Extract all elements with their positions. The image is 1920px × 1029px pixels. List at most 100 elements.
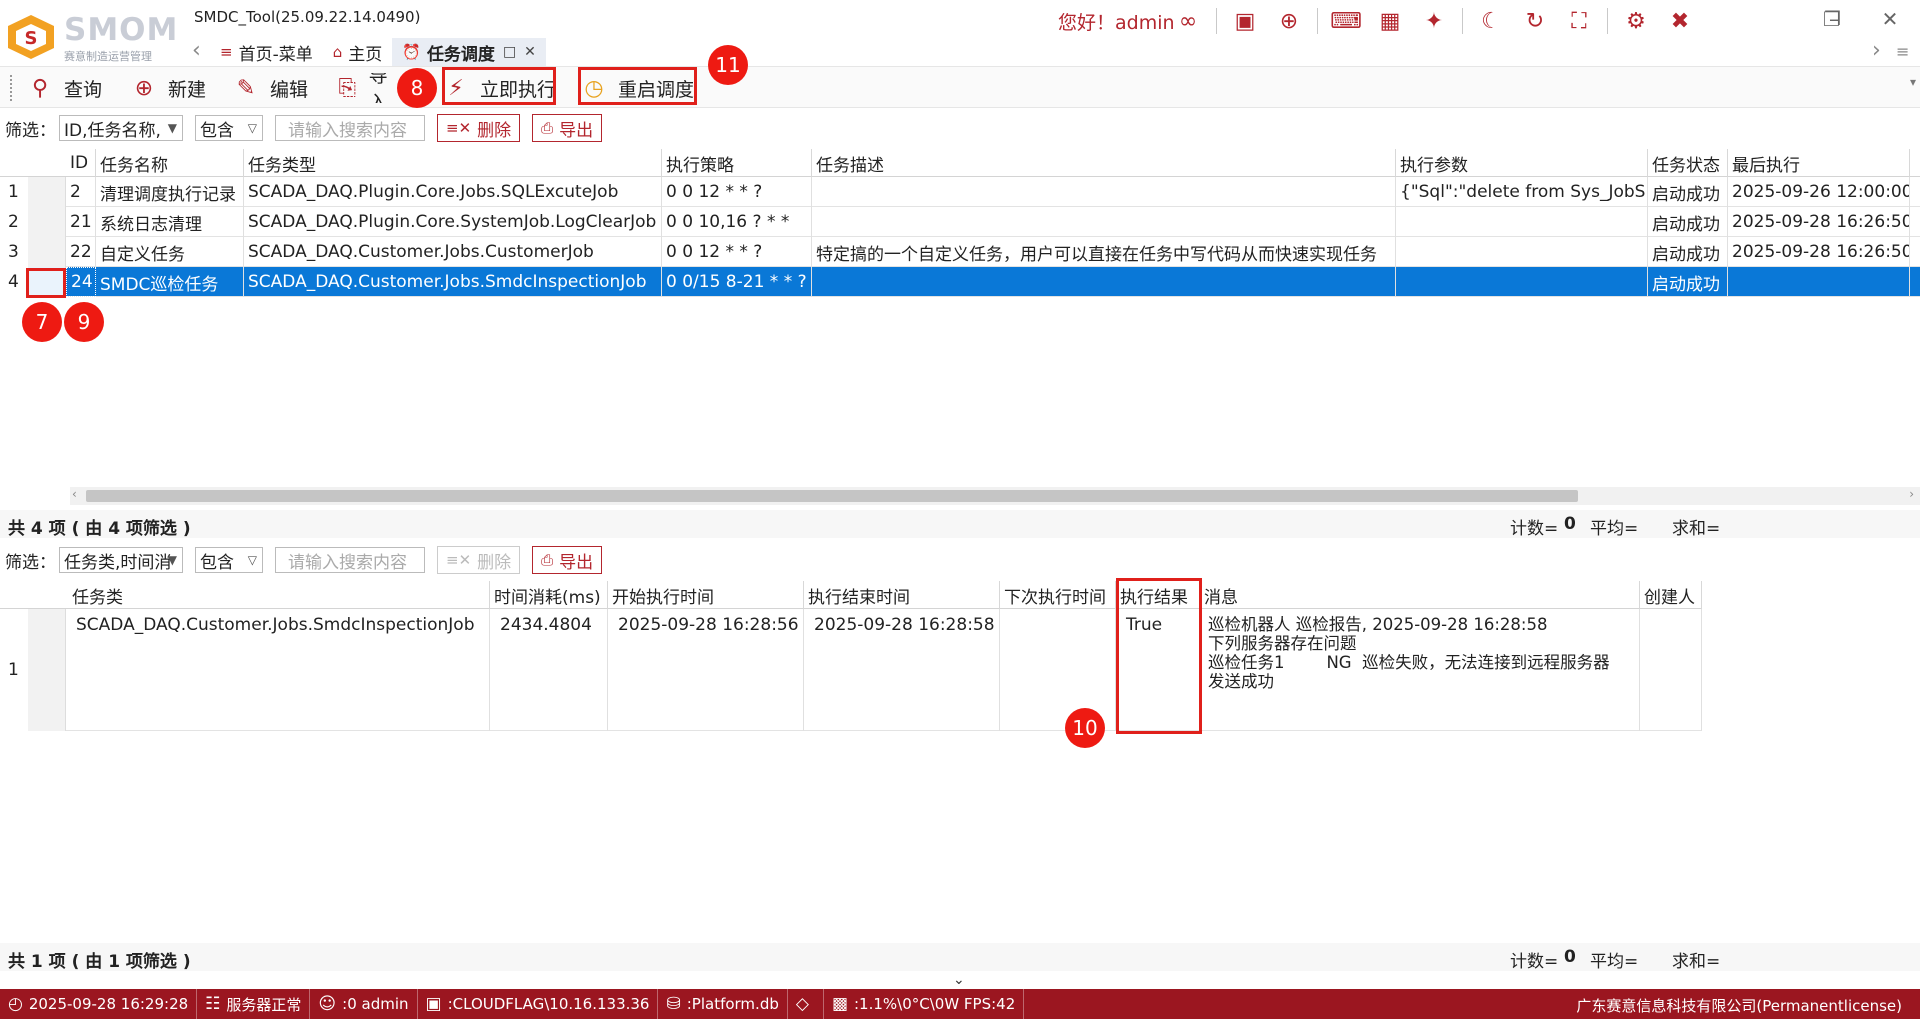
col-creator[interactable]: 创建人 <box>1640 581 1702 609</box>
db-text: :Platform.db <box>686 995 779 1013</box>
sum-label: 求和= <box>1672 952 1721 972</box>
tab-task-schedule[interactable]: ⏰ 任务调度 □ ✕ <box>392 38 546 66</box>
settings-gear-icon[interactable]: ⚙ <box>1620 6 1652 36</box>
maximize-button[interactable]: ❐ <box>1812 4 1852 34</box>
jobs-summary-bar: 共 4 项 ( 由 4 项筛选 ) 计数= 0 平均= 求和= <box>0 510 1920 539</box>
export-button[interactable]: ⎙ 导出 <box>532 546 603 574</box>
tab-close-icon[interactable]: ✕ <box>524 44 536 60</box>
export-button[interactable]: ⎙ 导出 <box>532 114 603 142</box>
pencil-icon: ✎ <box>236 75 256 101</box>
delete-button[interactable]: ≡✕ 删除 <box>437 114 521 142</box>
tab-home-menu[interactable]: ≡ 首页-菜单 <box>210 38 323 66</box>
search-input[interactable]: 请输入搜索内容 <box>275 115 425 141</box>
filter-op-select[interactable]: 包含 ▽ <box>195 115 263 141</box>
cell-params: {"Sql":"delete from Sys_JobS <box>1396 177 1648 207</box>
link-icon[interactable]: ∞ <box>1172 6 1204 36</box>
log-row[interactable]: 1 SCADA_DAQ.Customer.Jobs.SmdcInspection… <box>0 609 1702 731</box>
cell-type: SCADA_DAQ.Plugin.Core.Jobs.SQLExcuteJob <box>244 177 662 207</box>
col-start[interactable]: 开始执行时间 <box>608 581 804 609</box>
delete-label: 删除 <box>477 120 512 141</box>
tab-scroll-right-icon[interactable]: › <box>1872 38 1881 63</box>
row-number: 4 <box>0 267 28 297</box>
message-line: 发送成功 <box>1208 672 1274 691</box>
col-duration[interactable]: 时间消耗(ms) <box>490 581 608 609</box>
count-label: 计数= <box>1510 952 1559 972</box>
cell-id: 24 <box>66 267 96 297</box>
col-type[interactable]: 任务类型 <box>244 149 662 177</box>
col-cron[interactable]: 执行策略 <box>662 149 812 177</box>
col-end[interactable]: 执行结束时间 <box>804 581 1000 609</box>
scrollbar-thumb[interactable] <box>86 490 1578 502</box>
tools-icon[interactable]: ✖ <box>1664 6 1696 36</box>
edit-button[interactable]: ✎ 编辑 <box>234 73 308 103</box>
export-file-icon: ⎙ <box>541 551 554 569</box>
tab-main[interactable]: ⌂ 主页 <box>323 38 393 66</box>
filter-field-value: ID,任务名称, <box>64 120 161 141</box>
col-last[interactable]: 最后执行 <box>1728 149 1910 177</box>
tab-list-icon[interactable]: ≡ <box>1896 42 1909 61</box>
tab-maximize-icon[interactable]: □ <box>503 44 516 60</box>
cell-id: 22 <box>66 237 96 267</box>
table-row[interactable]: 1 2 清理调度执行记录 SCADA_DAQ.Plugin.Core.Jobs.… <box>0 177 1920 207</box>
network-icon[interactable]: ✦ <box>1418 6 1450 36</box>
server-icon: ☷ <box>205 994 221 1014</box>
toolbar: ⚲ 查询 ⊕ 新建 ✎ 编辑 ⎘ 导入 ⚡ 立即执行 ◷ 重启调度 ▾ <box>0 66 1920 108</box>
terminal-icon[interactable]: ▣ <box>1229 6 1261 36</box>
globe-icon[interactable]: ⊕ <box>1273 6 1305 36</box>
scroll-right-icon[interactable]: › <box>1909 487 1914 501</box>
keyboard-icon[interactable]: ⌨ <box>1330 6 1362 36</box>
search-input[interactable]: 请输入搜索内容 <box>275 547 425 573</box>
filter-op-select[interactable]: 包含 ▽ <box>195 547 263 573</box>
delete-button[interactable]: ≡✕ 删除 <box>437 546 521 574</box>
filter-field-select[interactable]: 任务类,时间消 ▼ <box>59 547 183 573</box>
row-indicator[interactable] <box>28 177 66 207</box>
cell-cron: 0 0 10,16 ? * * <box>662 207 812 237</box>
col-params[interactable]: 执行参数 <box>1396 149 1648 177</box>
refresh-icon[interactable]: ↻ <box>1519 6 1551 36</box>
row-indicator[interactable] <box>28 609 66 731</box>
user-greeting[interactable]: 您好！admin <box>1058 8 1175 35</box>
row-indicator[interactable] <box>28 207 66 237</box>
divider <box>1216 8 1217 34</box>
import-button[interactable]: ⎘ 导入 <box>338 73 398 103</box>
col-desc[interactable]: 任务描述 <box>812 149 1396 177</box>
new-button[interactable]: ⊕ 新建 <box>132 73 206 103</box>
sum-label: 求和= <box>1672 519 1721 539</box>
col-message[interactable]: 消息 <box>1200 581 1640 609</box>
annotation-box-restart <box>578 67 697 105</box>
col-id[interactable]: ID <box>66 149 96 177</box>
status-tag: ◇ <box>788 989 824 1019</box>
collapse-chevron-icon[interactable]: ⌄ <box>953 972 965 988</box>
status-host: ▣ :CLOUDFLAG\10.16.133.36 <box>418 989 659 1019</box>
annotation-box-result <box>1116 578 1202 734</box>
row-indicator[interactable] <box>28 237 66 267</box>
query-button[interactable]: ⚲ 查询 <box>28 73 102 103</box>
tab-scroll-left-icon[interactable]: ‹ <box>192 38 201 63</box>
table-row[interactable]: 3 22 自定义任务 SCADA_DAQ.Customer.Jobs.Custo… <box>0 237 1920 267</box>
cell-last: 2025-09-26 12:00:00 <box>1728 177 1910 207</box>
row-number: 1 <box>0 177 28 207</box>
row-number: 1 <box>0 609 28 731</box>
col-name[interactable]: 任务名称 <box>96 149 244 177</box>
app-logo: S SMOM 赛意制造运营管理 <box>6 12 177 63</box>
cell-name: SMDC巡检任务 <box>96 267 244 297</box>
calculator-icon[interactable]: ▦ <box>1374 6 1406 36</box>
jobs-grid-header: ID 任务名称 任务类型 执行策略 任务描述 执行参数 任务状态 最后执行 <box>0 149 1920 177</box>
scroll-left-icon[interactable]: ‹ <box>72 487 77 501</box>
table-row-selected[interactable]: 4 24 SMDC巡检任务 SCADA_DAQ.Customer.Jobs.Sm… <box>0 267 1920 297</box>
annotation-badge-8: 8 <box>397 68 437 108</box>
fullscreen-icon[interactable]: ⛶ <box>1563 6 1595 36</box>
alarm-clock-icon: ⏰ <box>402 43 421 61</box>
cell-name: 自定义任务 <box>96 237 244 267</box>
toolbar-overflow-icon[interactable]: ▾ <box>1910 75 1916 89</box>
jobs-horizontal-scrollbar[interactable]: ‹ › <box>70 487 1920 505</box>
close-button[interactable]: ✕ <box>1870 4 1910 34</box>
col-job-class[interactable]: 任务类 <box>68 581 490 609</box>
col-status[interactable]: 任务状态 <box>1648 149 1728 177</box>
col-next[interactable]: 下次执行时间 <box>1000 581 1116 609</box>
theme-moon-icon[interactable]: ☾ <box>1475 6 1507 36</box>
filter-field-select[interactable]: ID,任务名称, ▼ <box>59 115 183 141</box>
cell-last <box>1728 267 1910 297</box>
divider <box>1607 8 1608 34</box>
table-row[interactable]: 2 21 系统日志清理 SCADA_DAQ.Plugin.Core.System… <box>0 207 1920 237</box>
